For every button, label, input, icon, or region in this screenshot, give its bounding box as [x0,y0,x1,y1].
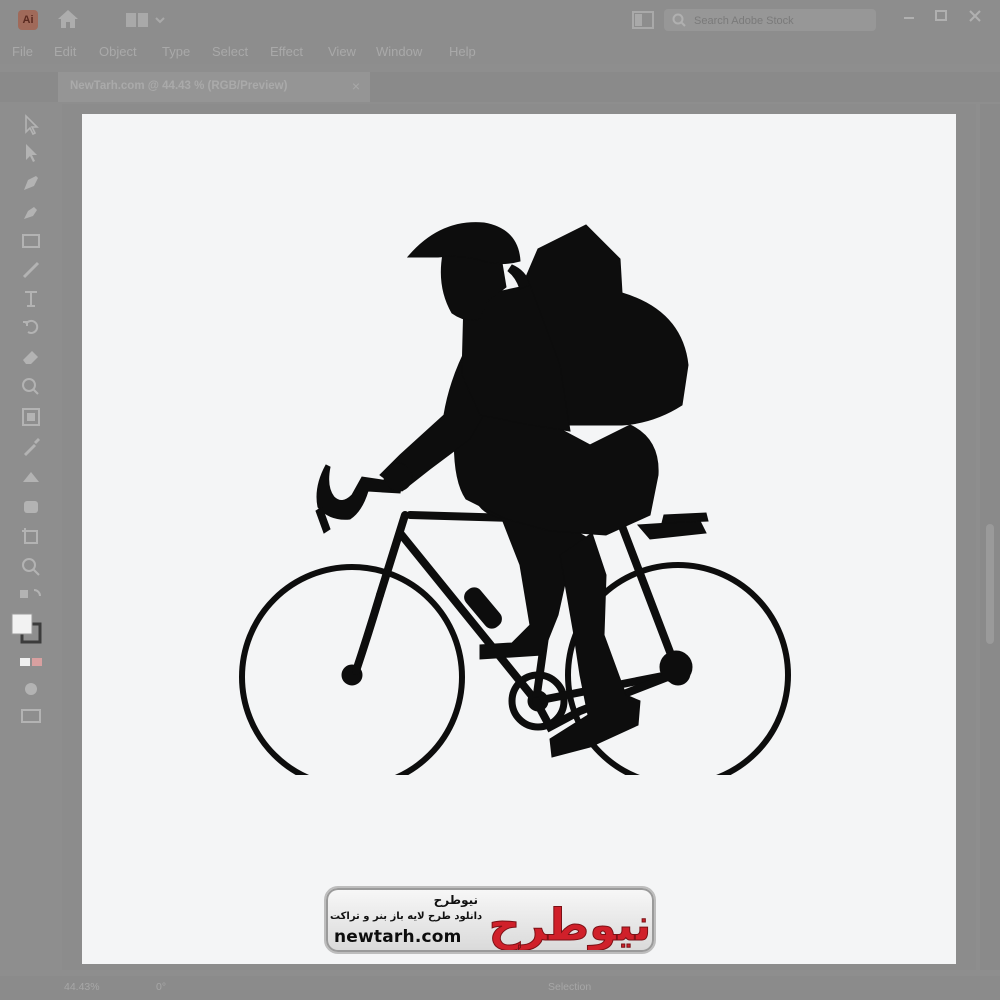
document-tab-title: NewTarh.com @ 44.43 % (RGB/Preview) [70,80,288,92]
app-bar: Ai [0,0,1000,40]
watermark-brand-name: نیوطرح [433,893,478,907]
tools-panel [10,102,54,742]
menu-bar: File Edit Object Type Select Effect View… [0,40,1000,64]
newtarh-logo: نیوطرح [488,900,652,951]
menu-type[interactable]: Type [162,44,190,59]
rectangle-tool-icon[interactable] [18,228,44,254]
pencil-tool-icon[interactable] [18,257,44,283]
type-tool-icon[interactable] [18,286,44,312]
zoom-level[interactable]: 44.43% [64,981,100,993]
menu-help[interactable]: Help [449,44,476,59]
menu-effect[interactable]: Effect [270,44,303,59]
rotation-angle[interactable]: 0° [156,981,166,993]
fill-stroke-swap-icon[interactable] [18,586,44,612]
menu-edit[interactable]: Edit [54,44,76,59]
direct-selection-tool-icon[interactable] [18,140,44,166]
screen-mode-icon[interactable] [18,702,44,728]
document-tab-bar: NewTarh.com @ 44.43 % (RGB/Preview) × [0,72,1000,102]
menu-object[interactable]: Object [99,44,137,59]
zoom-tool-icon[interactable] [18,554,44,580]
color-mode-icon[interactable] [18,650,44,676]
vertical-scrollbar[interactable] [980,104,1000,970]
draw-mode-icon[interactable] [18,676,44,702]
watermark-tagline: دانلود طرح لایه باز بنر و تراکت [330,911,483,922]
rotate-tool-icon[interactable] [18,314,44,340]
menu-view[interactable]: View [328,44,356,59]
shape-builder-tool-icon[interactable] [18,374,44,400]
current-tool-label: Selection [548,981,592,993]
artboard-tool-icon[interactable] [18,524,44,550]
workspace-switcher-icon[interactable] [124,10,170,30]
scrollbar-thumb[interactable] [986,524,994,644]
logo-wordmark: نیوطرح [489,900,652,950]
minimize-icon[interactable] [898,6,920,26]
arrange-documents-icon[interactable] [632,11,654,29]
cyclist-silhouette[interactable] [230,215,810,775]
eyedropper-tool-icon[interactable] [18,434,44,460]
fill-color-swatch[interactable] [10,612,44,646]
free-transform-tool-icon[interactable] [18,404,44,430]
restore-icon[interactable] [930,6,952,26]
app-logo-icon: Ai [18,10,38,30]
document-tab[interactable]: NewTarh.com @ 44.43 % (RGB/Preview) × [58,72,370,102]
search-input[interactable] [692,12,872,30]
home-icon[interactable] [56,8,80,30]
curvature-tool-icon[interactable] [18,199,44,225]
symbol-sprayer-tool-icon[interactable] [18,494,44,520]
selection-tool-icon[interactable] [18,112,44,138]
menu-window[interactable]: Window [376,44,422,59]
blend-tool-icon[interactable] [18,464,44,490]
eraser-tool-icon[interactable] [18,344,44,370]
menu-select[interactable]: Select [212,44,248,59]
pen-tool-icon[interactable] [18,170,44,196]
watermark-url: newtarh.com [334,927,462,947]
search-icon [672,13,686,27]
status-bar: 44.43% 0° Selection [0,976,1000,1000]
stock-search[interactable] [664,9,876,31]
close-tab-icon[interactable]: × [348,78,364,94]
close-window-icon[interactable] [964,6,986,26]
menu-file[interactable]: File [12,44,33,59]
